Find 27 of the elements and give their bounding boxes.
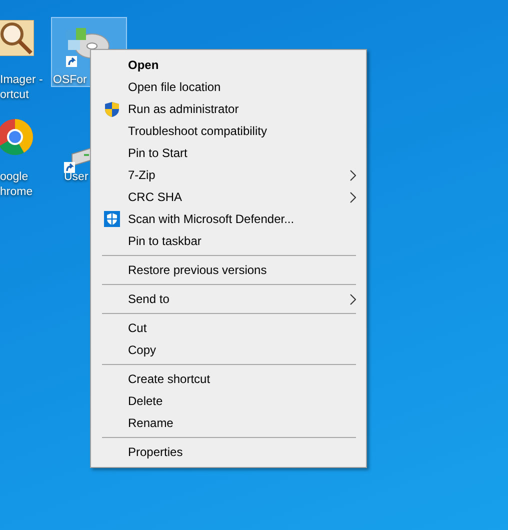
defender-shield-icon [104, 211, 120, 227]
menu-item[interactable]: Rename [128, 416, 364, 430]
menu-item[interactable]: Restore previous versions [128, 263, 364, 277]
icon-label: OSFor [53, 73, 87, 88]
menu-item[interactable]: Open [128, 58, 364, 72]
menu-item[interactable]: Open file location [128, 80, 364, 94]
shield-icon [104, 100, 120, 118]
menu-item[interactable]: Troubleshoot compatibility [128, 124, 364, 138]
icon-label: oogle [0, 170, 28, 185]
menu-item[interactable]: Pin to taskbar [128, 234, 364, 248]
icon-label: hrome [0, 185, 33, 200]
menu-item[interactable]: Run as administrator [128, 102, 364, 116]
menu-item[interactable]: Pin to Start [128, 146, 364, 160]
menu-item[interactable]: CRC SHA [128, 190, 342, 204]
menu-item[interactable]: Copy [128, 343, 364, 357]
menu-item[interactable]: Delete [128, 394, 364, 408]
menu-item[interactable]: Create shortcut [128, 372, 364, 386]
menu-item[interactable]: Send to [128, 292, 342, 306]
menu-item[interactable]: Scan with Microsoft Defender... [128, 212, 364, 226]
menu-item[interactable]: Cut [128, 321, 364, 335]
chrome-icon[interactable] [0, 118, 34, 156]
menu-item[interactable]: Properties [128, 445, 364, 459]
icon-label: Imager - [0, 73, 43, 88]
icon-label: ortcut [0, 88, 29, 103]
icon-label: User [64, 170, 88, 185]
magnifier-icon[interactable] [0, 20, 34, 56]
menu-item[interactable]: 7-Zip [128, 168, 342, 182]
